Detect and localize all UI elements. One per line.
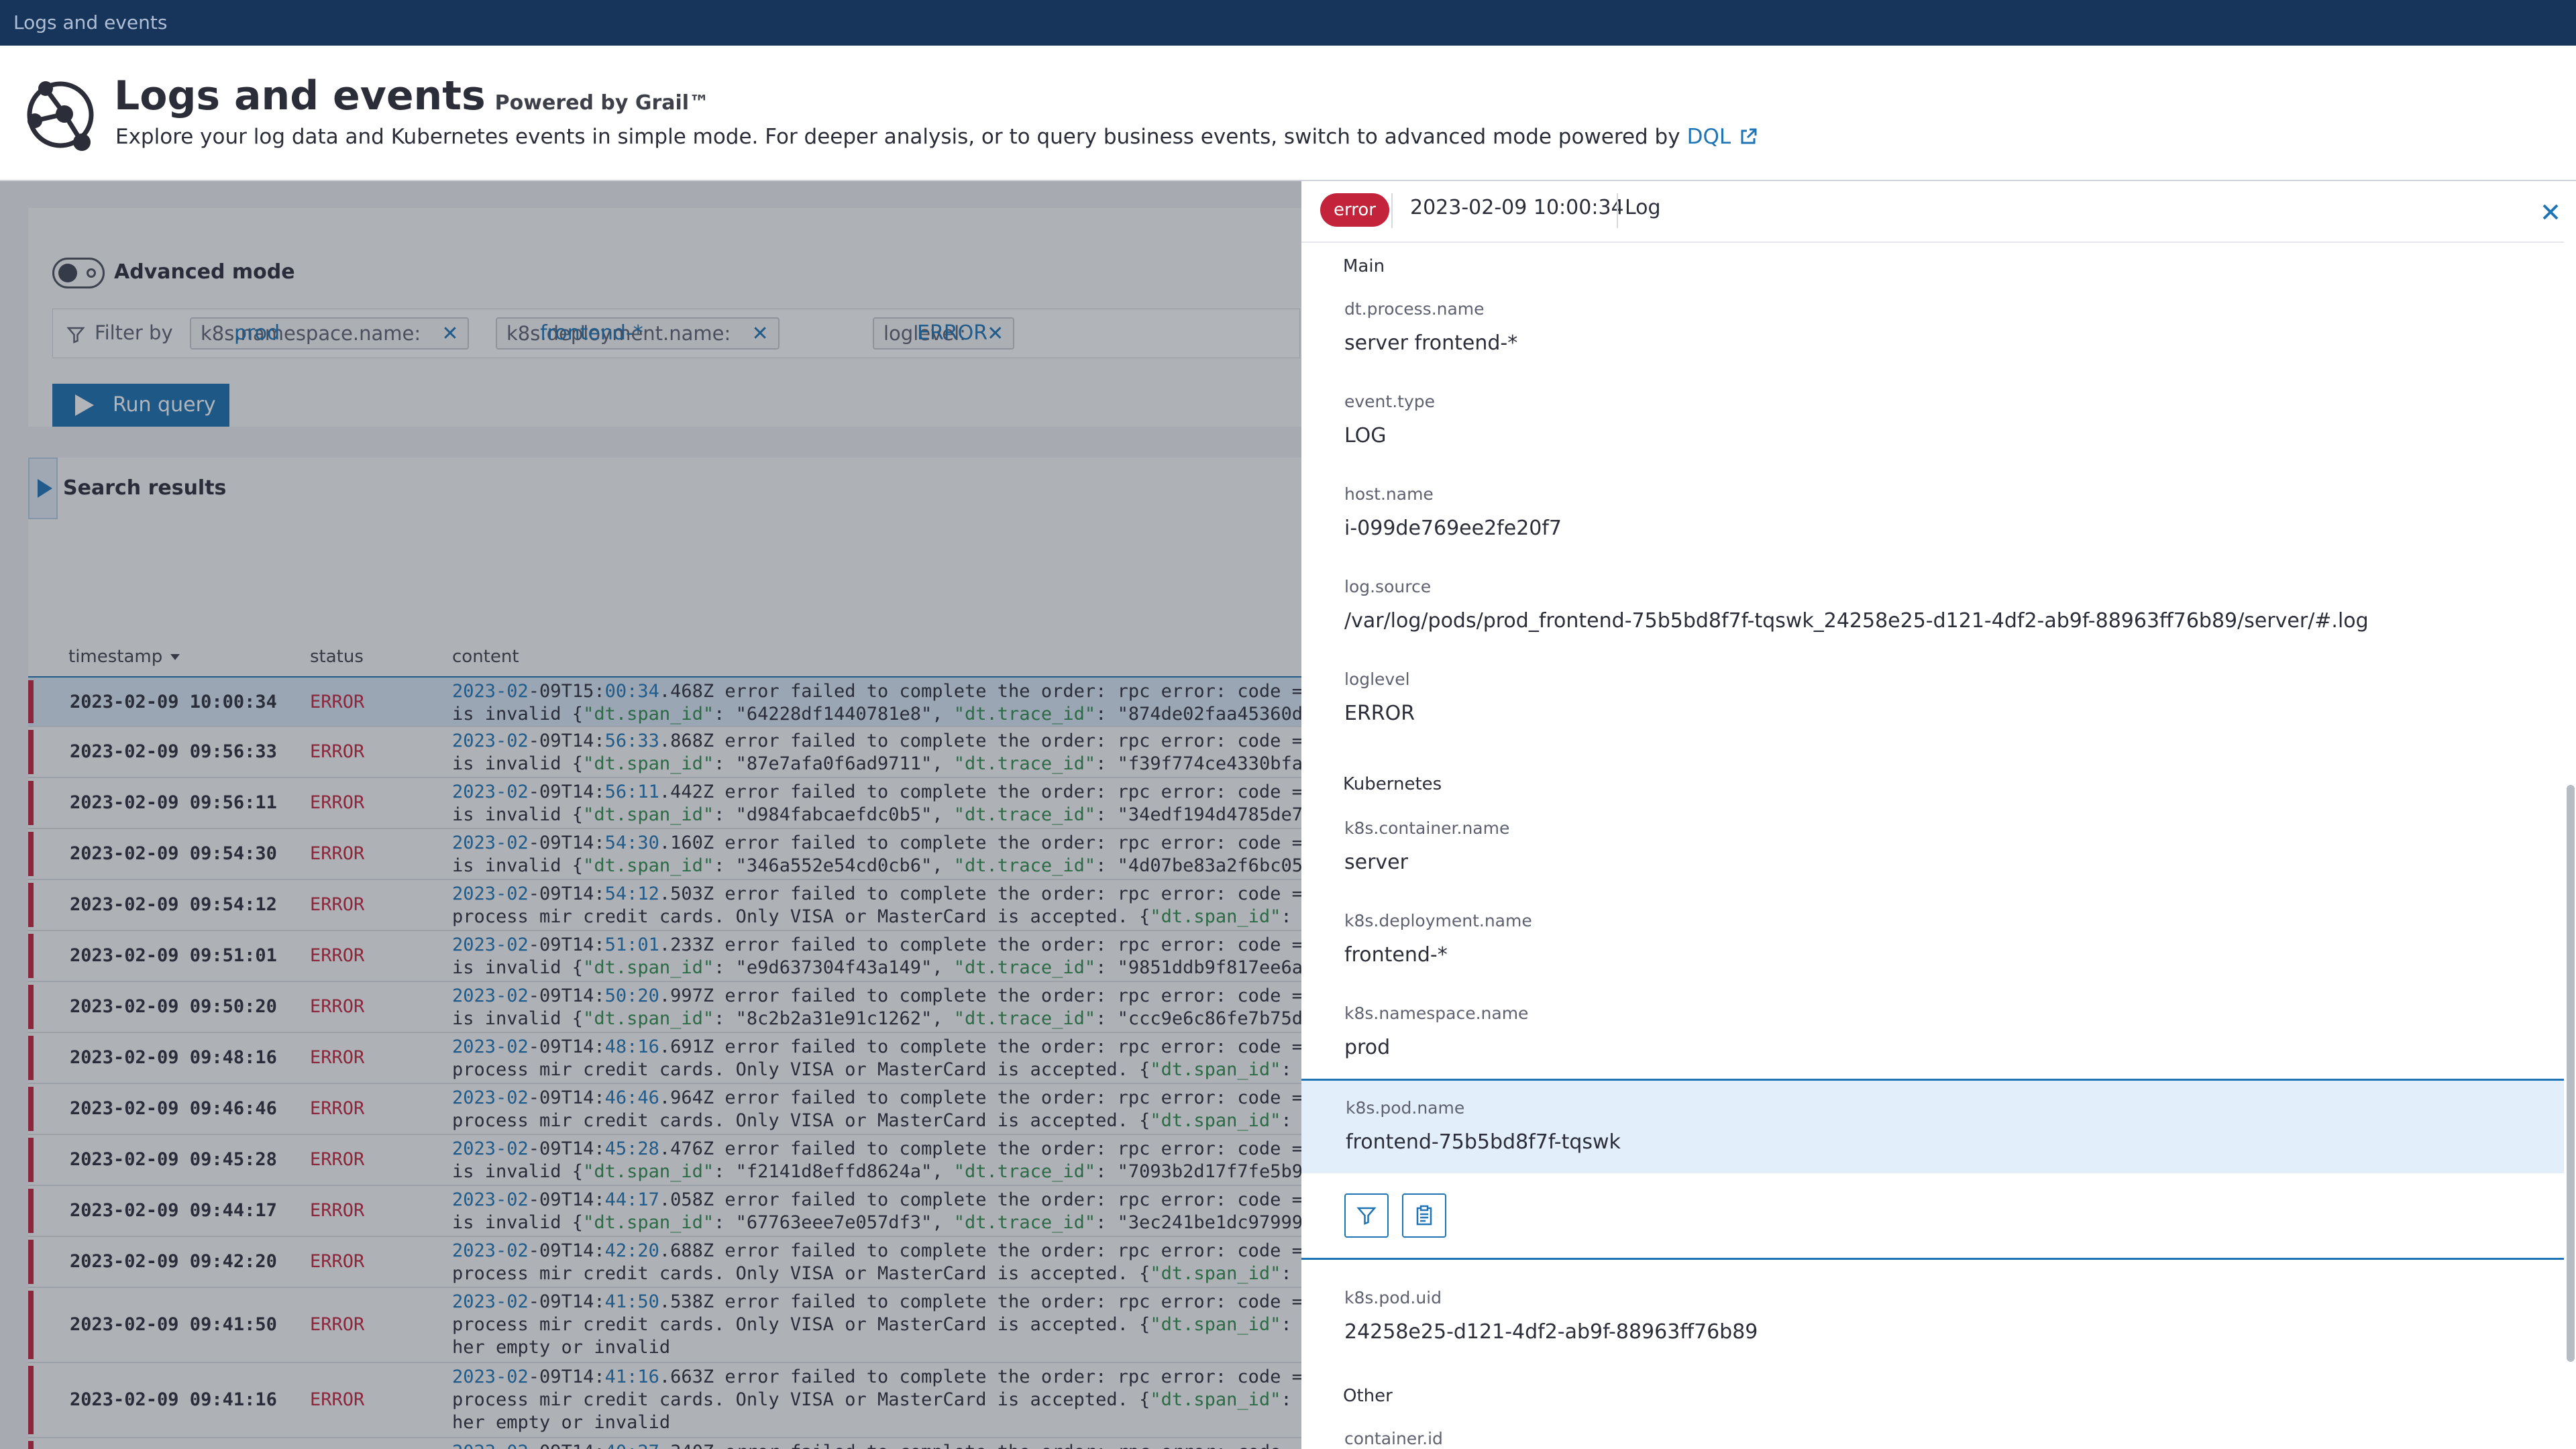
loglevel-badge: error	[1320, 193, 1389, 227]
page-title: Logs and events Powered by Grail™	[114, 72, 709, 119]
filter-icon	[1356, 1207, 1377, 1225]
section-main: Main	[1343, 256, 1385, 276]
page-description: Explore your log data and Kubernetes eve…	[115, 125, 1758, 149]
logs-app-icon	[27, 81, 94, 151]
page-subtitle: Powered by Grail™	[494, 91, 710, 115]
field-key: container.id	[1344, 1429, 1443, 1448]
copy-value-button[interactable]	[1402, 1193, 1446, 1238]
page-header: Logs and events Powered by Grail™ Explore…	[0, 46, 2576, 181]
field-key: event.type	[1344, 392, 1435, 411]
field-value[interactable]: i-099de769ee2fe20f7	[1344, 517, 1562, 540]
detail-header: error 2023-02-09 10:00:34 Log	[1301, 181, 2576, 243]
field-value[interactable]: server	[1344, 851, 1408, 874]
modal-backdrop[interactable]	[0, 181, 1301, 1449]
field-value[interactable]: ERROR	[1344, 702, 1415, 725]
selected-field-k8s-pod-name[interactable]: k8s.pod.name frontend-75b5bd8f7f-tqswk	[1301, 1079, 2567, 1260]
field-value[interactable]: prod	[1344, 1036, 1390, 1059]
field-key: loglevel	[1344, 669, 1410, 689]
field-key: dt.process.name	[1344, 299, 1485, 319]
section-kubernetes: Kubernetes	[1343, 774, 1442, 794]
field-value[interactable]: LOG	[1344, 424, 1387, 447]
detail-record-type: Log	[1625, 196, 1661, 219]
description-text: Explore your log data and Kubernetes eve…	[115, 125, 1680, 149]
section-other: Other	[1343, 1386, 1393, 1406]
field-key: k8s.container.name	[1344, 818, 1510, 838]
field-value[interactable]: server frontend-*	[1344, 331, 1517, 355]
detail-scrollbar-thumb[interactable]	[2567, 785, 2575, 1362]
app-name: Logs and events	[13, 11, 168, 34]
field-value[interactable]: 24258e25-d121-4df2-ab9f-88963ff76b89	[1344, 1320, 1758, 1344]
detail-timestamp: 2023-02-09 10:00:34	[1410, 196, 1624, 219]
field-key: k8s.namespace.name	[1344, 1004, 1529, 1023]
app-top-bar: Logs and events	[0, 0, 2576, 46]
field-value: frontend-75b5bd8f7f-tqswk	[1346, 1130, 1621, 1154]
clipboard-icon	[1416, 1205, 1432, 1226]
field-value[interactable]: frontend-*	[1344, 943, 1448, 967]
field-key: k8s.deployment.name	[1344, 911, 1532, 930]
field-key: k8s.pod.uid	[1344, 1288, 1442, 1307]
log-detail-panel: error 2023-02-09 10:00:34 Log Main dt.pr…	[1301, 181, 2576, 1449]
field-key: k8s.pod.name	[1346, 1098, 1465, 1118]
page-title-text: Logs and events	[114, 72, 486, 119]
field-key: log.source	[1344, 577, 1432, 596]
field-key: host.name	[1344, 484, 1434, 504]
external-link-icon[interactable]	[1739, 127, 1758, 146]
close-icon[interactable]	[2537, 199, 2564, 225]
field-value[interactable]: /var/log/pods/prod_frontend-75b5bd8f7f-t…	[1344, 609, 2369, 633]
dql-link[interactable]: DQL	[1687, 125, 1731, 149]
header-divider	[1391, 193, 1393, 228]
filter-by-value-button[interactable]	[1344, 1193, 1389, 1238]
selected-field-background: k8s.pod.name frontend-75b5bd8f7f-tqswk	[1301, 1081, 2567, 1173]
header-divider	[1617, 193, 1618, 228]
